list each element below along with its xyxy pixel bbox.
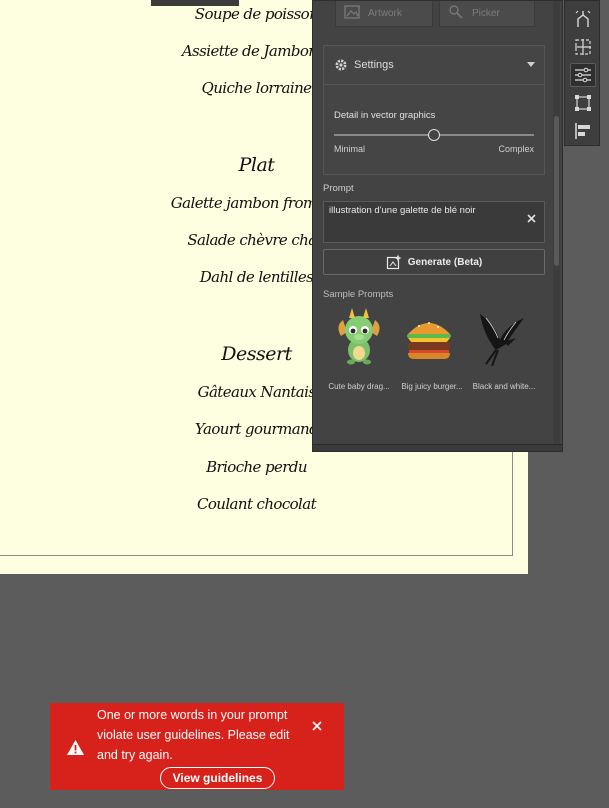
clear-prompt-icon[interactable] xyxy=(527,214,536,226)
error-toast: One or more words in your prompt violate… xyxy=(50,703,344,790)
slider-max-label: Complex xyxy=(498,144,534,154)
picker-mode-label: Picker xyxy=(472,8,500,19)
warning-icon xyxy=(66,739,85,761)
menu-item-coulant[interactable]: Coulant chocolat xyxy=(0,495,513,513)
menu-item-brioche[interactable]: Brioche perdu xyxy=(0,458,513,476)
detail-slider-thumb[interactable] xyxy=(428,129,440,141)
panel-scrollbar-thumb[interactable] xyxy=(554,116,559,266)
sample-prompt-dragon[interactable]: Cute baby drag... xyxy=(323,306,391,396)
panel-scrollbar[interactable] xyxy=(553,1,560,446)
chevron-down-icon[interactable] xyxy=(526,60,536,71)
sample-label-bird: Black and white... xyxy=(472,382,536,391)
burger-thumbnail-icon xyxy=(404,316,454,363)
prompt-label: Prompt xyxy=(323,183,354,194)
settings-title: Settings xyxy=(354,59,394,71)
gear-icon xyxy=(334,58,348,72)
dragon-thumbnail-icon xyxy=(335,306,383,369)
view-guidelines-button[interactable]: View guidelines xyxy=(160,767,275,789)
align-left-icon[interactable] xyxy=(570,119,596,143)
text-to-vector-panel: Artwork Picker Settings Detail in vector… xyxy=(312,0,563,452)
generate-button[interactable]: Generate (Beta) xyxy=(323,249,545,275)
settings-section: Settings Detail in vector graphics Minim… xyxy=(323,45,545,175)
settings-header[interactable]: Settings xyxy=(324,46,544,85)
detail-label: Detail in vector graphics xyxy=(334,110,436,121)
eyedropper-icon xyxy=(448,4,464,23)
bird-thumbnail-icon xyxy=(476,310,528,369)
artwork-mode-button[interactable]: Artwork xyxy=(335,1,433,27)
properties-icon[interactable] xyxy=(570,63,596,87)
picker-mode-button[interactable]: Picker xyxy=(439,1,535,27)
artwork-icon xyxy=(344,5,360,22)
transform-icon[interactable] xyxy=(570,91,596,115)
sample-label-dragon: Cute baby drag... xyxy=(328,382,390,391)
generate-label: Generate (Beta) xyxy=(407,256,483,268)
align-distribute-icon[interactable] xyxy=(570,35,596,59)
slider-min-label: Minimal xyxy=(334,144,366,154)
sample-prompt-bird[interactable]: Black and white... xyxy=(468,306,536,396)
prompt-input[interactable]: illustration d'une galette de blé noir xyxy=(323,201,545,243)
generate-sparkle-icon xyxy=(386,254,402,270)
sample-prompt-burger[interactable]: Big juicy burger... xyxy=(396,306,464,396)
sample-prompts-title: Sample Prompts xyxy=(323,289,394,300)
panel-resize-handle[interactable] xyxy=(313,444,562,451)
prompt-text: illustration d'une galette de blé noir xyxy=(329,205,476,216)
sample-label-burger: Big juicy burger... xyxy=(401,382,463,391)
text-to-vector-icon[interactable] xyxy=(570,7,596,31)
right-toolbar xyxy=(564,0,600,146)
toast-message: One or more words in your prompt violate… xyxy=(97,708,290,762)
artwork-mode-label: Artwork xyxy=(368,8,402,19)
close-toast-icon[interactable] xyxy=(312,718,322,736)
